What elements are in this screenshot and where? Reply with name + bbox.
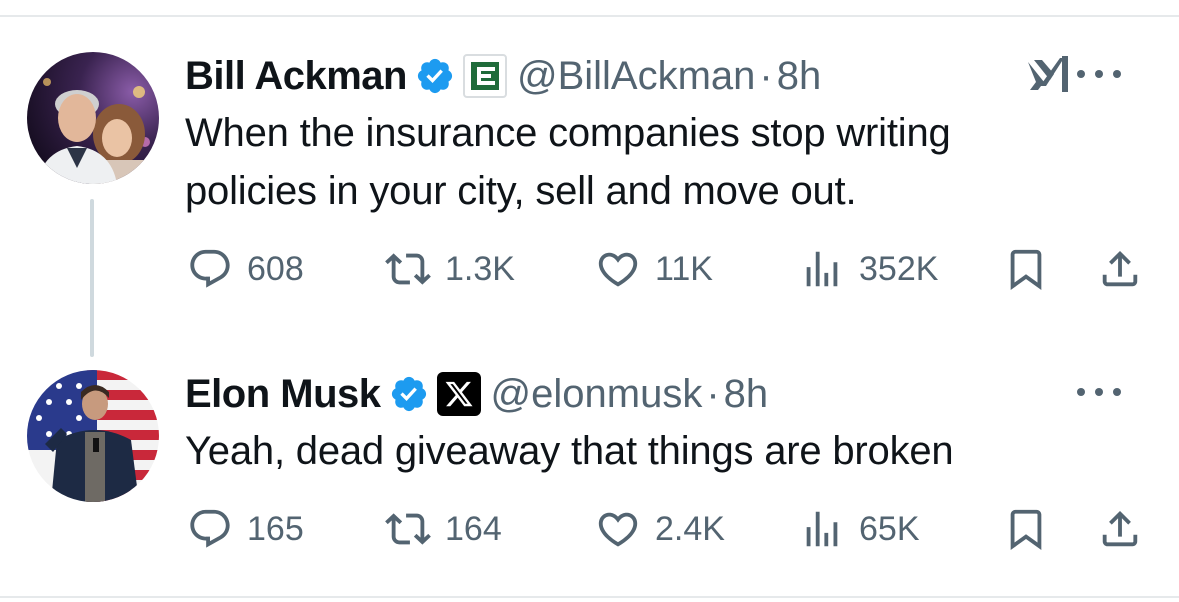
reply-button[interactable]: 165: [187, 504, 304, 554]
reply-count: 608: [247, 249, 304, 288]
views-count: 65K: [859, 509, 920, 548]
more-options-icon[interactable]: [1077, 64, 1121, 84]
action-bar: 165 164 2.4K 65K: [185, 504, 1145, 554]
pershing-square-logo-icon: [470, 62, 499, 90]
verified-badge-icon[interactable]: [389, 374, 429, 414]
tweet-header: Bill Ackman @BillAckman · 8h: [185, 48, 821, 104]
like-count: 11K: [655, 249, 713, 288]
separator-dot: ·: [759, 53, 773, 98]
like-count: 2.4K: [655, 509, 725, 548]
tweet-header: Elon Musk @elonmusk · 8h: [185, 366, 768, 422]
tweet-text: When the insurance companies stop writin…: [185, 104, 951, 220]
share-button[interactable]: [1097, 244, 1143, 294]
like-button[interactable]: 2.4K: [595, 504, 725, 554]
like-button[interactable]: 11K: [595, 244, 713, 294]
author-handle[interactable]: @elonmusk: [491, 372, 703, 417]
tweet-text-line: When the insurance companies stop writin…: [185, 111, 951, 155]
avatar-elon-musk[interactable]: [27, 370, 159, 502]
affiliate-badge-x[interactable]: [436, 372, 481, 416]
views-count: 352K: [859, 249, 939, 288]
bottom-divider: [0, 596, 1179, 598]
tweet-text-line: policies in your city, sell and move out…: [185, 169, 857, 213]
x-logo-icon: [445, 381, 473, 407]
grok-icon[interactable]: [1024, 52, 1072, 96]
thread-connector-line: [90, 199, 94, 357]
like-icon: [598, 252, 638, 287]
like-icon: [598, 512, 638, 547]
reply-button[interactable]: 608: [187, 244, 304, 294]
timestamp[interactable]: 8h: [777, 54, 822, 99]
repost-button[interactable]: 164: [385, 504, 502, 554]
tweet-text-line: Yeah, dead giveaway that things are brok…: [185, 429, 954, 473]
views-button[interactable]: 65K: [799, 504, 920, 554]
avatar-bill-ackman[interactable]: [27, 52, 159, 184]
reply-count: 165: [247, 509, 304, 548]
bookmark-icon: [1010, 509, 1042, 550]
views-icon: [806, 511, 838, 547]
top-divider: [0, 15, 1179, 17]
verified-badge-icon[interactable]: [415, 56, 455, 96]
author-name[interactable]: Bill Ackman: [185, 54, 407, 99]
more-options-icon[interactable]: [1077, 382, 1121, 402]
affiliate-badge-pershing-square[interactable]: [462, 54, 507, 98]
share-icon: [1102, 510, 1138, 547]
share-button[interactable]: [1097, 504, 1143, 554]
repost-count: 1.3K: [445, 249, 515, 288]
bookmark-button[interactable]: [1003, 504, 1049, 554]
bookmark-button[interactable]: [1003, 244, 1049, 294]
timestamp[interactable]: 8h: [724, 372, 769, 417]
author-name[interactable]: Elon Musk: [185, 372, 381, 417]
reply-icon: [190, 249, 230, 288]
views-button[interactable]: 352K: [799, 244, 938, 294]
action-bar: 608 1.3K 11K 352K: [185, 244, 1145, 294]
bookmark-icon: [1010, 249, 1042, 290]
tweet-text: Yeah, dead giveaway that things are brok…: [185, 422, 954, 480]
share-icon: [1102, 250, 1138, 287]
repost-icon: [385, 513, 431, 545]
repost-count: 164: [445, 509, 502, 548]
views-icon: [806, 251, 838, 287]
repost-button[interactable]: 1.3K: [385, 244, 515, 294]
author-handle[interactable]: @BillAckman: [517, 54, 755, 99]
reply-icon: [190, 509, 230, 548]
separator-dot: ·: [706, 371, 720, 416]
repost-icon: [385, 253, 431, 285]
